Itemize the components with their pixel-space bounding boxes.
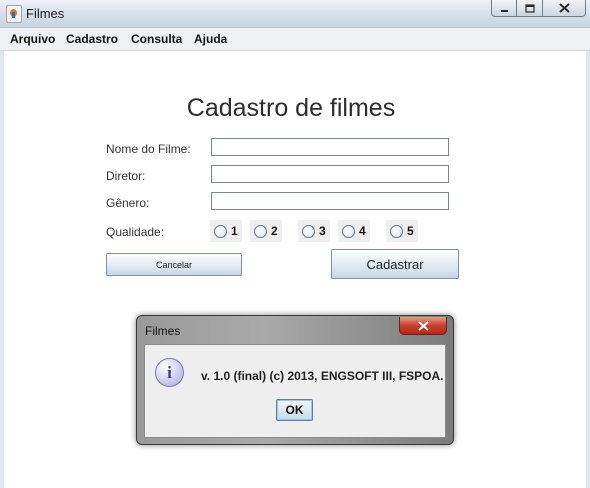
radio-circle [254, 224, 267, 238]
submit-button[interactable]: Cadastrar [331, 249, 459, 279]
java-icon [6, 5, 22, 23]
radio-circle [342, 224, 355, 238]
quality-label-3: 3 [319, 224, 326, 238]
quality-radio-4[interactable]: 4 [338, 220, 370, 242]
quality-radio-5[interactable]: 5 [386, 220, 418, 242]
dialog-close-button[interactable] [399, 317, 447, 335]
minimize-icon [500, 9, 508, 12]
quality-label-4: 4 [359, 224, 366, 238]
cancel-button[interactable]: Cancelar [106, 253, 242, 276]
radio-circle [390, 224, 403, 238]
window-title: Filmes [26, 6, 65, 21]
genero-label: Gênero: [106, 196, 150, 210]
qualidade-label: Qualidade: [106, 225, 165, 239]
menu-cadastro[interactable]: Cadastro [66, 32, 118, 46]
menu-ajuda[interactable]: Ajuda [194, 32, 227, 46]
nome-field[interactable] [211, 138, 449, 156]
quality-label-1: 1 [231, 224, 238, 238]
menu-consulta[interactable]: Consulta [131, 32, 182, 46]
menu-bar: Arquivo Cadastro Consulta Ajuda [0, 28, 590, 51]
quality-radio-1[interactable]: 1 [210, 220, 242, 242]
quality-radio-2[interactable]: 2 [250, 220, 282, 242]
radio-circle [302, 224, 315, 238]
maximize-icon [524, 3, 535, 13]
quality-label-5: 5 [407, 224, 414, 238]
radio-circle [214, 224, 227, 238]
close-icon [558, 3, 570, 13]
genero-field[interactable] [211, 192, 449, 210]
menu-arquivo[interactable]: Arquivo [10, 32, 55, 46]
diretor-label: Diretor: [106, 169, 146, 183]
quality-radio-3[interactable]: 3 [298, 220, 330, 242]
maximize-button[interactable] [517, 0, 543, 17]
diretor-field[interactable] [211, 165, 449, 183]
about-dialog: Filmes i v. 1.0 (final) (c) 2013, ENGSOF… [136, 315, 454, 445]
quality-label-2: 2 [271, 224, 278, 238]
dialog-body: i v. 1.0 (final) (c) 2013, ENGSOFT III, … [144, 344, 446, 438]
close-icon [417, 320, 429, 331]
ok-button[interactable]: OK [276, 399, 313, 421]
nome-label: Nome do Filme: [106, 142, 191, 156]
close-button[interactable] [543, 0, 586, 17]
dialog-message: v. 1.0 (final) (c) 2013, ENGSOFT III, FS… [201, 369, 444, 383]
info-icon: i [155, 358, 184, 387]
dialog-title: Filmes [145, 324, 181, 338]
window-titlebar: Filmes [0, 0, 590, 28]
window-controls [491, 0, 586, 18]
minimize-button[interactable] [491, 0, 517, 17]
page-title: Cadastro de filmes [186, 94, 396, 122]
